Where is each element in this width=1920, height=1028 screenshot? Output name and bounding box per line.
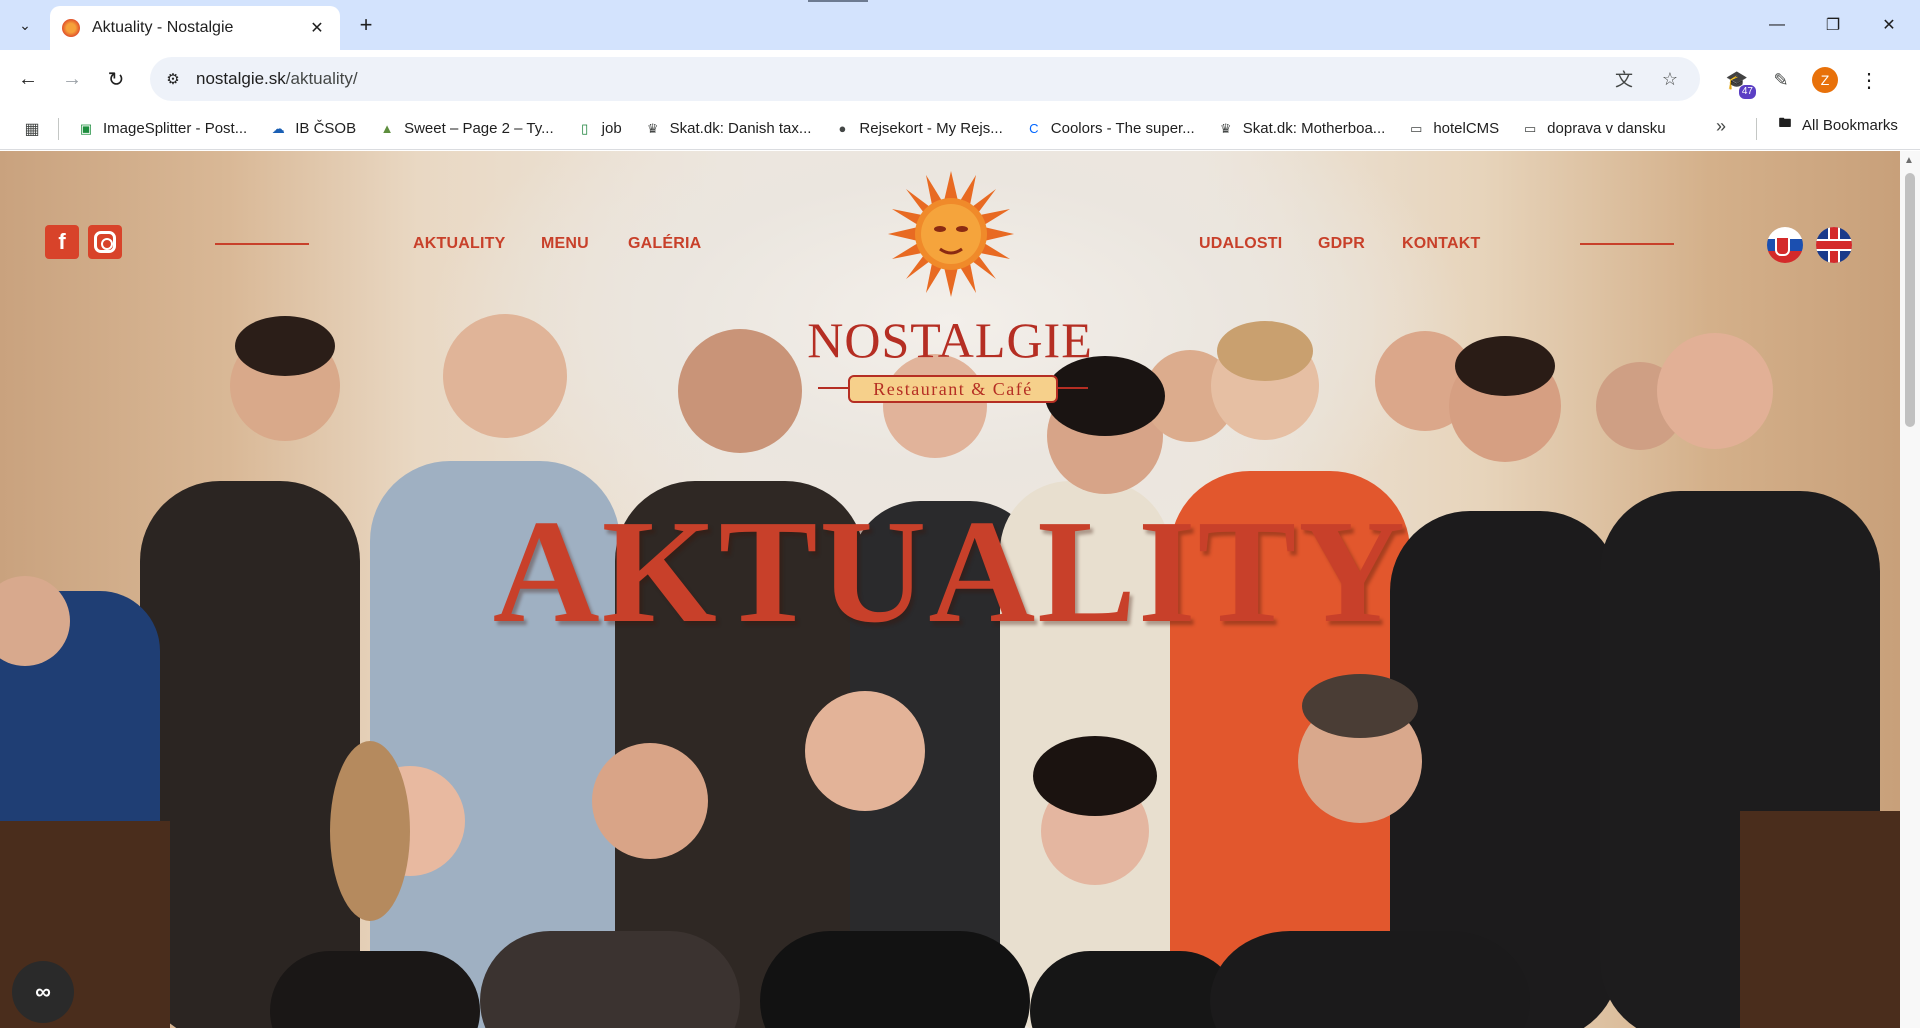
bookmark-item[interactable]: ♛ Skat.dk: Danish tax... xyxy=(644,120,812,138)
extension-badge: 47 xyxy=(1738,85,1756,99)
bookmark-label: Skat.dk: Motherboa... xyxy=(1242,120,1386,137)
bookmark-label: Rejsekort - My Rejs... xyxy=(859,120,1003,137)
url-text[interactable]: nostalgie.sk/aktuality/ xyxy=(196,69,358,89)
bookmark-item[interactable]: C Coolors - The super... xyxy=(1025,120,1195,138)
all-bookmarks-button[interactable]: 🖿 All Bookmarks xyxy=(1776,115,1898,134)
logo-wordmark[interactable]: NOSTALGIE xyxy=(780,311,1120,369)
profile-avatar[interactable]: Z xyxy=(1808,63,1842,97)
tab-close-icon[interactable]: ✕ xyxy=(306,17,328,39)
scroll-up-arrow-icon[interactable]: ▲ xyxy=(1904,155,1914,166)
slovak-flag-icon[interactable] xyxy=(1767,227,1803,263)
nav-galeria[interactable]: GALÉRIA xyxy=(628,235,701,253)
nav-udalosti[interactable]: UDALOSTI xyxy=(1199,235,1282,253)
nav-gdpr[interactable]: GDPR xyxy=(1318,235,1365,253)
more-bookmarks-icon[interactable]: » xyxy=(1716,116,1726,137)
nav-divider-right xyxy=(1580,243,1674,245)
tab-favicon-icon xyxy=(62,19,80,37)
crown-icon: ♛ xyxy=(646,120,659,136)
globe-icon: ● xyxy=(838,121,847,136)
all-bookmarks-label: All Bookmarks xyxy=(1802,116,1898,134)
reload-icon: ↻ xyxy=(107,68,125,91)
nav-aktuality[interactable]: AKTUALITY xyxy=(413,235,505,253)
folder-icon: 🖿 xyxy=(1778,115,1792,130)
forward-button[interactable]: → xyxy=(56,63,88,95)
glasses-icon: ∞ xyxy=(35,979,51,1004)
new-tab-button[interactable]: + xyxy=(352,11,380,39)
translate-icon[interactable]: 文 xyxy=(1608,63,1640,95)
browser-tab-active[interactable]: Aktuality - Nostalgie ✕ xyxy=(50,6,340,50)
browser-menu-icon[interactable]: ⋮ xyxy=(1852,63,1886,97)
reload-button[interactable]: ↻ xyxy=(100,63,132,95)
sheets-icon: ▯ xyxy=(581,120,589,136)
bookmarks-separator xyxy=(1756,118,1757,140)
tab-title: Aktuality - Nostalgie xyxy=(92,19,234,36)
folder-icon: ▭ xyxy=(1410,120,1423,136)
back-button[interactable]: ← xyxy=(12,63,44,95)
window-close-button[interactable]: ✕ xyxy=(1866,8,1912,42)
scrollbar-thumb[interactable] xyxy=(1905,173,1915,427)
window-minimize-button[interactable]: — xyxy=(1754,8,1800,42)
page-viewport: f AKTUALITY MENU GALÉRIA UDALOSTI GDPR K… xyxy=(0,151,1900,1028)
bookmark-item[interactable]: ▯ job xyxy=(576,120,622,138)
bookmark-label: IB ČSOB xyxy=(295,120,357,137)
shopify-icon: ▲ xyxy=(380,121,394,136)
apps-grid-icon[interactable]: ▦ xyxy=(20,117,44,141)
folder-icon: ▭ xyxy=(1524,120,1537,136)
bookmark-item[interactable]: ▭ hotelCMS xyxy=(1407,120,1499,138)
address-bar[interactable]: ⚙ nostalgie.sk/aktuality/ 文 ☆ xyxy=(150,57,1700,101)
page-scrollbar[interactable]: ▲ xyxy=(1900,151,1920,1028)
url-host: nostalgie.sk xyxy=(196,69,286,88)
nav-divider-left xyxy=(215,243,309,245)
url-path: /aktuality/ xyxy=(285,69,358,88)
chevron-down-icon: ⌄ xyxy=(19,16,31,33)
reader-mode-button[interactable]: ∞ xyxy=(12,961,74,1023)
csob-icon: ☁ xyxy=(271,120,285,136)
page-title: AKTUALITY xyxy=(492,490,1408,654)
bookmark-item[interactable]: ▭ doprava v dansku xyxy=(1521,120,1666,138)
nav-menu[interactable]: MENU xyxy=(541,235,589,253)
bookmark-label: job xyxy=(601,120,622,137)
extensions-puzzle-icon[interactable]: ✎ xyxy=(1764,63,1798,97)
browser-toolbar: ← → ↻ ⚙ nostalgie.sk/aktuality/ 文 ☆ 🎓 47 … xyxy=(0,50,1920,108)
tab-search-button[interactable]: ⌄ xyxy=(12,12,38,38)
browser-titlebar: ⌄ Aktuality - Nostalgie ✕ + — ❐ ✕ xyxy=(0,0,1920,50)
bookmark-label: hotelCMS xyxy=(1433,120,1500,137)
arrow-left-icon: ← xyxy=(18,67,38,90)
bookmark-label: ImageSplitter - Post... xyxy=(103,120,248,137)
bookmarks-separator xyxy=(58,117,59,140)
bookmark-label: Skat.dk: Danish tax... xyxy=(669,120,812,137)
uk-flag-icon[interactable] xyxy=(1816,227,1852,263)
window-restore-button[interactable]: ❐ xyxy=(1810,8,1856,42)
coolors-icon: C xyxy=(1029,121,1039,136)
imagesplitter-icon: ▣ xyxy=(79,120,93,136)
crown-icon: ♛ xyxy=(1219,120,1232,136)
bookmarks-bar: ▦ ▣ ImageSplitter - Post... ☁ IB ČSOB ▲ Sweet… xyxy=(0,108,1920,150)
extension-graduation-cap-icon[interactable]: 🎓 47 xyxy=(1720,63,1756,99)
profile-initial: Z xyxy=(1812,67,1838,93)
bookmark-label: Sweet – Page 2 – Ty... xyxy=(404,120,554,137)
sun-logo-icon[interactable] xyxy=(888,171,1014,297)
bookmark-label: Coolors - The super... xyxy=(1050,120,1195,137)
logo-tagline: Restaurant & Café xyxy=(848,375,1058,403)
bookmark-star-icon[interactable]: ☆ xyxy=(1654,63,1686,95)
arrow-right-icon: → xyxy=(62,67,82,90)
drag-indicator xyxy=(808,0,868,2)
site-info-icon[interactable]: ⚙ xyxy=(156,62,190,96)
bookmark-item[interactable]: ☁ IB ČSOB xyxy=(269,120,356,138)
bookmark-item[interactable]: ▣ ImageSplitter - Post... xyxy=(77,120,247,138)
bookmark-item[interactable]: ● Rejsekort - My Rejs... xyxy=(833,120,1002,138)
instagram-icon[interactable] xyxy=(88,225,122,259)
facebook-icon[interactable]: f xyxy=(45,225,79,259)
bookmark-label: doprava v dansku xyxy=(1547,120,1666,137)
bookmark-item[interactable]: ♛ Skat.dk: Motherboa... xyxy=(1217,120,1386,138)
bookmark-item[interactable]: ▲ Sweet – Page 2 – Ty... xyxy=(378,120,554,138)
nav-kontakt[interactable]: KONTAKT xyxy=(1402,235,1480,253)
